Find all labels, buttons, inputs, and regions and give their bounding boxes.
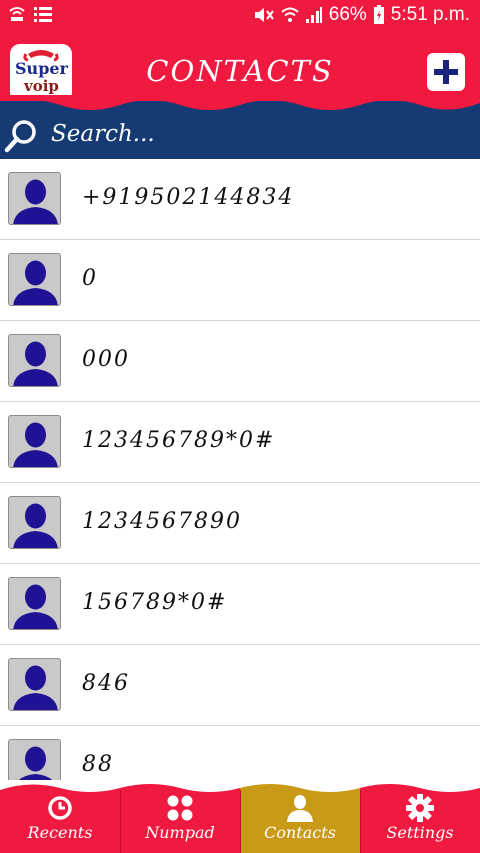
tab-numpad[interactable]: Numpad: [120, 780, 240, 853]
list-notification-icon: [34, 6, 52, 22]
status-bar: 66% 5:51 p.m.: [0, 0, 480, 33]
contact-row[interactable]: 156789*0#: [0, 564, 480, 645]
wifi-icon: [281, 6, 299, 24]
person-placeholder-icon: [13, 260, 58, 305]
avatar: [8, 577, 61, 630]
tab-label: Numpad: [145, 823, 215, 842]
tab-label: Recents: [27, 823, 93, 842]
gear-icon: [406, 794, 434, 822]
contact-name: +919502144834: [82, 185, 295, 210]
contact-row[interactable]: 0: [0, 240, 480, 321]
person-placeholder-icon: [13, 503, 58, 548]
avatar: [8, 496, 61, 549]
add-contact-button[interactable]: [427, 53, 465, 91]
person-placeholder-icon: [13, 179, 58, 224]
person-icon: [287, 795, 313, 822]
bottom-navigation: Recents Numpad Contacts Settings: [0, 780, 480, 853]
person-placeholder-icon: [13, 665, 58, 710]
person-placeholder-icon: [18, 746, 53, 780]
page-title: CONTACTS: [146, 54, 334, 88]
avatar: [8, 334, 61, 387]
contact-name: 123456789*0#: [82, 428, 276, 453]
tab-settings[interactable]: Settings: [360, 780, 480, 853]
dialpad-icon: [167, 795, 193, 821]
battery-percent: 66%: [328, 4, 367, 25]
person-placeholder-icon: [13, 584, 58, 629]
contact-row[interactable]: 123456789*0#: [0, 402, 480, 483]
person-placeholder-icon: [13, 341, 58, 386]
contact-row[interactable]: +919502144834: [0, 159, 480, 240]
contact-name: 000: [82, 347, 130, 372]
contacts-list[interactable]: +919502144834 0 000 123456789*0# 1234567…: [0, 159, 480, 780]
avatar: [8, 739, 61, 780]
avatar: [8, 172, 61, 225]
tab-recents[interactable]: Recents: [0, 780, 120, 853]
contact-name: 846: [82, 671, 130, 696]
avatar: [8, 658, 61, 711]
mobile-data-icon: [8, 5, 26, 23]
search-input[interactable]: Search...: [51, 121, 155, 147]
clock-icon: [48, 796, 72, 820]
contact-name: 88: [82, 752, 114, 777]
tab-label: Contacts: [264, 823, 336, 842]
contact-row[interactable]: 000: [0, 321, 480, 402]
tab-label: Settings: [386, 823, 454, 842]
clock-time: 5:51 p.m.: [390, 4, 470, 25]
battery-icon: [373, 5, 385, 25]
contact-name: 0: [82, 266, 98, 291]
tab-contacts[interactable]: Contacts: [240, 780, 360, 853]
avatar: [8, 415, 61, 468]
mute-icon: [253, 6, 275, 24]
header-wave-divider: [0, 95, 480, 110]
contact-row[interactable]: 846: [0, 645, 480, 726]
avatar: [8, 253, 61, 306]
signal-icon: [305, 6, 323, 24]
contact-name: 156789*0#: [82, 590, 228, 615]
person-placeholder-icon: [13, 422, 58, 467]
search-icon[interactable]: [4, 118, 40, 158]
plus-icon: [434, 60, 458, 84]
contact-name: 1234567890: [82, 509, 242, 534]
contact-row[interactable]: 88: [0, 726, 480, 780]
contact-row[interactable]: 1234567890: [0, 483, 480, 564]
